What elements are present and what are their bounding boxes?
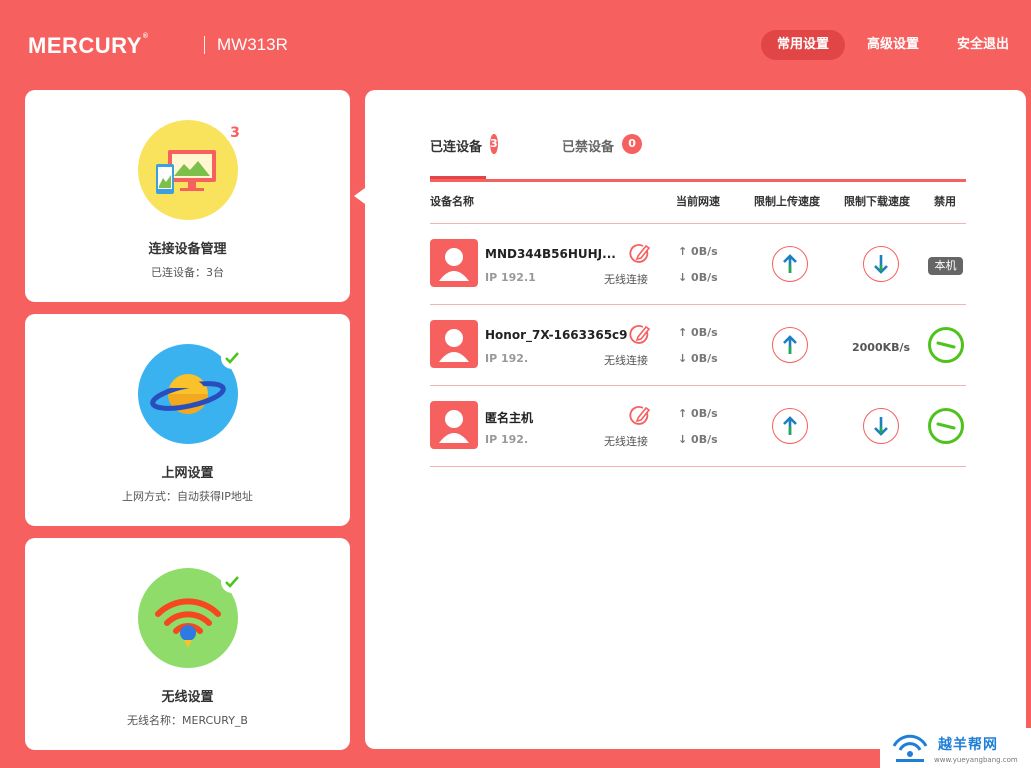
upload-limit-button[interactable] xyxy=(772,408,808,444)
watermark-url: www.yueyangbang.com xyxy=(934,756,1018,764)
current-download-speed: ↓ 0B/s xyxy=(678,352,718,365)
device-panel: 已连设备 3 已禁设备 0 设备名称 当前网速 限制上传速度 限制下载速度 禁用 M… xyxy=(365,90,1026,749)
avatar xyxy=(430,320,478,368)
edit-icon[interactable] xyxy=(628,404,652,428)
device-name: 匿名主机 xyxy=(485,411,534,425)
header: MERCURY® MW313R 常用设置 高级设置 安全退出 xyxy=(0,0,1031,90)
current-upload-speed: ↑ 0B/s xyxy=(678,326,718,339)
card-device-management[interactable]: 3 连接设备管理 已连设备：3台 xyxy=(25,90,350,302)
device-ip: IP 192. xyxy=(485,352,529,365)
local-device-badge: 本机 xyxy=(928,257,963,275)
logo-divider xyxy=(204,36,205,54)
table-row: Honor_7X-1663365c9 IP 192. 无线连接 ↑ 0B/s ↓… xyxy=(430,305,966,386)
edit-icon[interactable] xyxy=(628,242,652,266)
table-header: 设备名称 当前网速 限制上传速度 限制下载速度 禁用 xyxy=(430,193,966,224)
edit-icon[interactable] xyxy=(628,323,652,347)
ban-toggle-button[interactable] xyxy=(928,327,964,363)
col-current-speed: 当前网速 xyxy=(676,195,720,208)
current-download-speed: ↓ 0B/s xyxy=(678,433,718,446)
col-ban: 禁用 xyxy=(934,195,956,208)
active-card-pointer xyxy=(354,188,365,204)
card-subtitle: 上网方式：自动获得IP地址 xyxy=(122,490,253,503)
download-limit-button[interactable] xyxy=(863,408,899,444)
card-title: 连接设备管理 xyxy=(148,242,227,257)
card-wireless-settings[interactable]: 无线设置 无线名称：MERCURY_B xyxy=(25,538,350,750)
card-internet-settings[interactable]: 上网设置 上网方式：自动获得IP地址 xyxy=(25,314,350,526)
current-upload-speed: ↑ 0B/s xyxy=(678,407,718,420)
watermark-text: 越羊帮网 xyxy=(938,737,998,753)
tab-blocked-devices[interactable]: 已禁设备 0 xyxy=(562,134,643,179)
current-download-speed: ↓ 0B/s xyxy=(678,271,718,284)
col-download-limit: 限制下载速度 xyxy=(844,195,910,208)
device-ip: IP 192. xyxy=(485,433,529,446)
ban-toggle-button[interactable] xyxy=(928,408,964,444)
download-limit-value[interactable]: 2000KB/s xyxy=(852,341,910,354)
check-icon xyxy=(221,571,243,593)
avatar xyxy=(430,401,478,449)
card-title: 上网设置 xyxy=(161,466,214,481)
model-name: MW313R xyxy=(217,35,288,54)
col-device-name: 设备名称 xyxy=(430,195,474,208)
device-count-badge: 3 xyxy=(225,123,245,143)
col-upload-limit: 限制上传速度 xyxy=(754,195,820,208)
check-icon xyxy=(221,347,243,369)
site-watermark: 越羊帮网 www.yueyangbang.com xyxy=(880,728,1031,768)
device-name: Honor_7X-1663365c9 xyxy=(485,328,628,342)
nav-advanced-settings[interactable]: 高级设置 xyxy=(851,30,935,60)
top-nav: 常用设置 高级设置 安全退出 xyxy=(760,30,1031,60)
tab-count-badge: 0 xyxy=(622,134,643,154)
nav-common-settings[interactable]: 常用设置 xyxy=(760,30,845,60)
watermark-logo-icon xyxy=(892,734,928,762)
current-upload-speed: ↑ 0B/s xyxy=(678,245,718,258)
table-row: MND344B56HUHJ... IP 192.1 无线连接 ↑ 0B/s ↓ … xyxy=(430,224,966,305)
connection-type: 无线连接 xyxy=(604,354,648,367)
connection-type: 无线连接 xyxy=(604,435,648,448)
brand-logo: MERCURY® xyxy=(28,33,149,58)
card-title: 无线设置 xyxy=(161,690,214,705)
connection-type: 无线连接 xyxy=(604,273,648,286)
tab-count-badge: 3 xyxy=(490,134,498,154)
upload-limit-button[interactable] xyxy=(772,246,808,282)
card-subtitle: 已连设备：3台 xyxy=(151,266,224,279)
device-tabs: 已连设备 3 已禁设备 0 xyxy=(430,134,966,182)
avatar xyxy=(430,239,478,287)
nav-logout[interactable]: 安全退出 xyxy=(941,30,1031,60)
download-limit-button[interactable] xyxy=(863,246,899,282)
device-name: MND344B56HUHJ... xyxy=(485,247,616,261)
device-ip: IP 192.1 xyxy=(485,271,536,284)
table-row: 匿名主机 IP 192. 无线连接 ↑ 0B/s ↓ 0B/s xyxy=(430,386,966,467)
upload-limit-button[interactable] xyxy=(772,327,808,363)
devices-icon xyxy=(138,120,238,220)
tab-connected-devices[interactable]: 已连设备 3 xyxy=(430,134,498,179)
card-subtitle: 无线名称：MERCURY_B xyxy=(127,714,248,727)
